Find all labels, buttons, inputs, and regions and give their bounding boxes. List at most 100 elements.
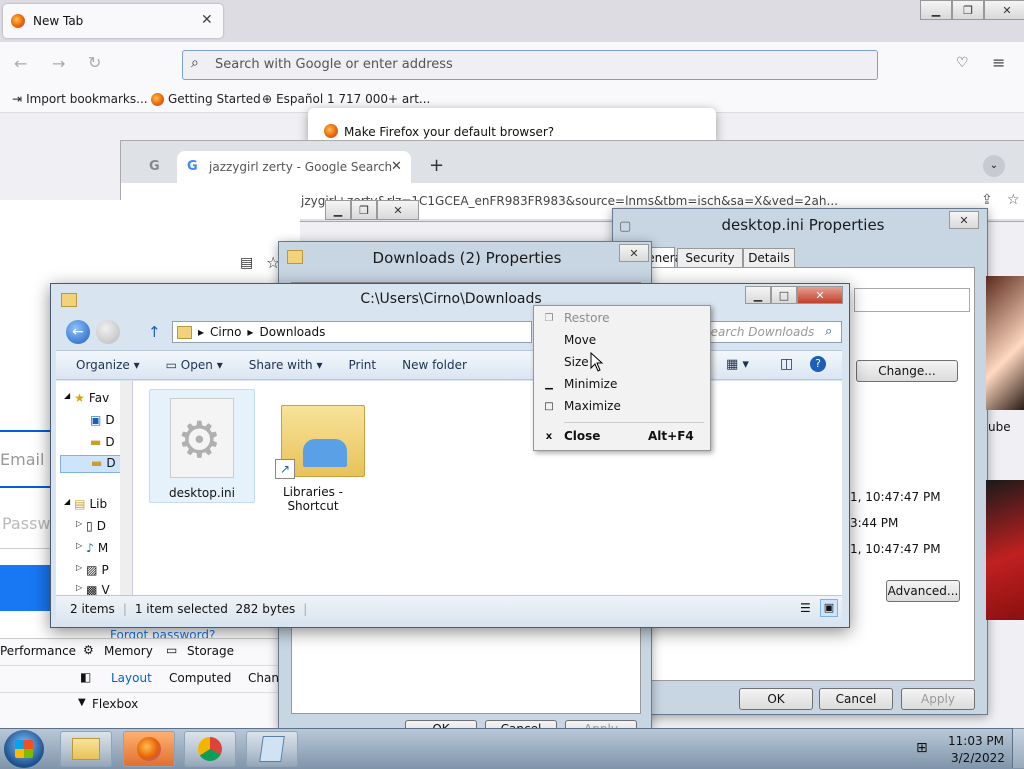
sidebar-toggle-icon[interactable]: ◧ [80,670,91,684]
maximize-button[interactable]: □ [771,286,797,304]
menu-icon[interactable]: ≡ [992,53,1005,72]
url-bar[interactable]: ⌕ Search with Google or enter address [182,50,878,80]
tree-item-music[interactable]: ▷ ♪ M [76,541,108,555]
taskbar-explorer[interactable] [60,731,112,767]
breadcrumb-cirno[interactable]: Cirno [210,325,241,339]
close-tab-icon[interactable]: ✕ [391,159,402,174]
music-icon: ♪ [86,541,94,555]
tab-search-icon[interactable]: ⌄ [983,155,1005,177]
network-icon[interactable]: ⊞ [916,740,928,756]
taskbar-firefox[interactable] [123,731,175,767]
notepad-icon [259,736,285,762]
large-icons-view-icon[interactable]: ▣ [820,599,838,617]
search-input[interactable]: Search Downloads ⌕ [696,321,842,343]
forward-arrow-icon[interactable]: → [52,54,65,73]
bookmark-star-icon[interactable]: ☆ [1007,192,1020,208]
forward-button-icon[interactable] [96,320,120,344]
menu-item-minimize[interactable]: ▁ Minimize [534,374,710,394]
restore-button[interactable]: ❐ [952,0,984,20]
devtools-tab-memory[interactable]: Memory [104,644,153,658]
view-options-icon[interactable]: ▦ ▾ [726,357,749,372]
tree-scrollbar[interactable] [120,381,132,595]
close-window-button[interactable]: ✕ [949,211,979,229]
reload-icon[interactable]: ↻ [88,53,101,72]
open-button[interactable]: ▭ Open ▾ [166,358,223,372]
tree-favorites[interactable]: ◢ ★ Fav [64,391,109,405]
expand-arrow-icon: ◢ [64,497,71,506]
devtools-subtab-layout[interactable]: Layout [111,671,152,685]
file-item-desktop-ini[interactable]: ⚙ desktop.ini [149,389,255,503]
taskbar-notepad[interactable] [246,731,298,767]
filename-field[interactable] [854,288,970,312]
close-window-button[interactable]: ✕ [619,244,649,262]
devtools-tab-storage[interactable]: Storage [187,644,234,658]
breadcrumb-downloads[interactable]: Downloads [259,325,325,339]
up-arrow-icon[interactable]: ↑ [148,323,161,341]
devtools-tab-performance[interactable]: Performance [0,644,76,658]
thumbnail-1[interactable] [986,276,1024,410]
restore-button[interactable]: ❐ [351,200,377,220]
tree-libraries[interactable]: ◢ ▤ Lib [64,497,107,511]
bookmark-import[interactable]: ⇥ Import bookmarks... [12,91,148,107]
share-with-button[interactable]: Share with ▾ [249,358,323,372]
password-field[interactable]: Passw [0,500,51,549]
selection-info: 1 item selected 282 bytes [134,602,296,616]
firefox-tab-newtab[interactable]: New Tab ✕ [3,4,223,38]
share-icon[interactable]: ⇪ [981,192,993,208]
bookmark-getting-started[interactable]: Getting Started [151,91,261,107]
new-folder-button[interactable]: New folder [402,358,467,372]
back-arrow-icon[interactable]: ← [14,54,27,73]
menu-item-close[interactable]: x Close Alt+F4 [534,426,710,446]
preview-pane-icon[interactable]: ◫ [780,356,793,372]
clock-time[interactable]: 11:03 PM [948,734,1004,748]
back-button-icon[interactable]: ← [66,320,90,344]
tree-item-videos[interactable]: ▷ ▩ V [76,583,110,595]
print-button[interactable]: Print [348,358,376,372]
breadcrumb-separator-icon: ▸ [247,325,254,339]
help-icon[interactable]: ? [810,356,826,372]
ini-tab-security[interactable]: Security [677,248,743,269]
tree-item-documents[interactable]: ▷ ▯ D [76,519,106,533]
close-window-button[interactable]: ✕ [377,200,419,220]
show-desktop-button[interactable] [1012,728,1024,768]
reader-icon[interactable]: ▤ [240,255,253,271]
ini-tab-details[interactable]: Details [743,248,795,269]
new-tab-icon[interactable]: + [429,155,444,176]
start-button[interactable] [4,730,44,768]
details-view-icon[interactable]: ☰ [800,601,811,615]
thumbnail-label: ube [988,420,1011,434]
thumbnail-2[interactable] [986,480,1024,620]
devtools-subtab-computed[interactable]: Computed [169,671,231,685]
ok-button[interactable]: OK [739,688,813,710]
chrome-tab[interactable]: G jazzygirl zerty - Google Search ✕ [177,151,411,183]
cancel-button[interactable]: Cancel [819,688,893,710]
menu-item-restore[interactable]: ❐ Restore [534,308,710,328]
menu-item-move[interactable]: Move [534,330,710,350]
minimize-button[interactable]: ▁ [325,200,351,220]
close-tab-icon[interactable]: ✕ [201,12,213,28]
email-field[interactable]: Email [0,430,52,488]
change-button[interactable]: Change... [856,360,958,382]
taskbar-chrome[interactable] [184,731,236,767]
tree-item-desktop[interactable]: ▣ D [90,413,115,427]
menu-item-maximize[interactable]: □ Maximize [534,396,710,416]
close-window-button[interactable]: ✕ [984,0,1024,20]
apply-button[interactable]: Apply [901,688,975,710]
minimize-button[interactable]: ▁ [920,0,952,20]
advanced-button[interactable]: Advanced... [886,580,960,602]
bookmark-espanol[interactable]: ⊕ Español 1 717 000+ art... [262,91,430,107]
close-window-button[interactable]: ✕ [797,286,843,304]
expand-arrow-icon[interactable]: ▼ [78,697,86,708]
flexbox-section[interactable]: Flexbox [92,697,138,711]
item-count: 2 items [70,602,115,616]
organize-button[interactable]: Organize ▾ [76,358,140,372]
pocket-icon[interactable]: ♡ [956,55,969,71]
file-item-libraries-shortcut[interactable]: ↗ Libraries - Shortcut [261,389,365,519]
clock-date[interactable]: 3/2/2022 [951,751,1005,765]
minimize-button[interactable]: ▁ [745,286,771,304]
tree-item-pictures[interactable]: ▷ ▨ P [76,563,109,577]
address-bar[interactable]: ▸ Cirno ▸ Downloads [172,321,532,343]
tree-item-downloads[interactable]: ▬ D [90,435,115,449]
menu-item-size[interactable]: Size [534,352,710,372]
login-button[interactable] [0,565,50,611]
